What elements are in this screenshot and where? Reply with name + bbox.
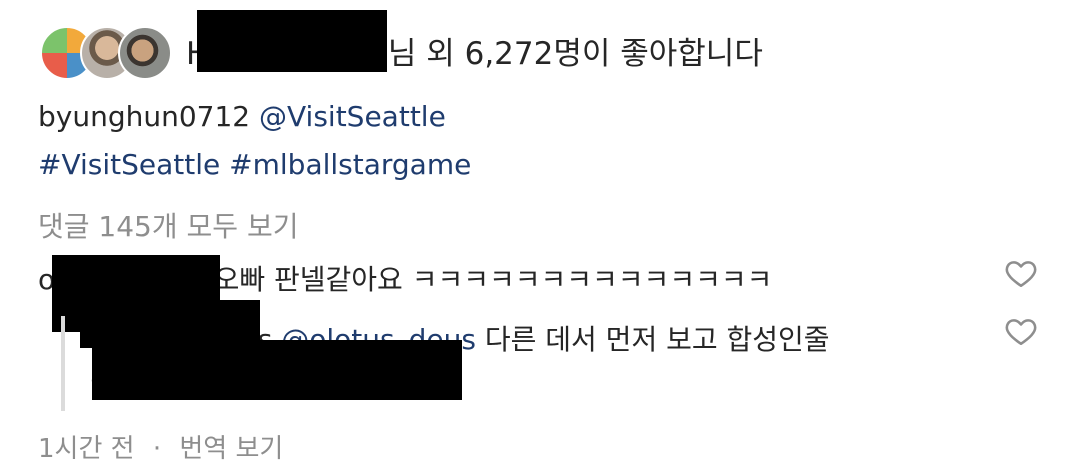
caption-line: byunghun0712 @VisitSeattle [38, 100, 446, 133]
redaction-box [197, 10, 387, 72]
reply-text: 다른 데서 먼저 보고 합성인줄 [484, 323, 830, 356]
view-all-comments-link[interactable]: 댓글 145개 모두 보기 [38, 205, 298, 245]
timestamp: 1시간 전 [38, 434, 135, 464]
hashtag-link[interactable]: #mlballstargame [229, 148, 471, 181]
avatar [118, 26, 172, 80]
likes-text: 외 6,272명이 좋아합니다 [426, 36, 763, 72]
liker-avatars[interactable] [40, 26, 172, 82]
redaction-box [92, 340, 462, 400]
caption-hashtags: #VisitSeattle #mlballstargame [38, 148, 471, 181]
comment-text: 오빠 판넬같아요 ㅋㅋㅋㅋㅋㅋㅋㅋㅋㅋㅋㅋㅋㅋ [213, 263, 773, 296]
separator-dot: · [152, 434, 162, 464]
hashtag-link[interactable]: #VisitSeattle [38, 148, 220, 181]
heart-outline-icon[interactable] [1004, 256, 1038, 290]
heart-outline-icon[interactable] [1004, 314, 1038, 348]
translate-link[interactable]: 번역 보기 [179, 434, 283, 464]
reply-thread-line [61, 316, 65, 411]
caption-username[interactable]: byunghun0712 [38, 100, 250, 133]
caption-mention[interactable]: @VisitSeattle [259, 100, 446, 133]
comment-footer: 1시간 전 · 번역 보기 [38, 428, 283, 465]
